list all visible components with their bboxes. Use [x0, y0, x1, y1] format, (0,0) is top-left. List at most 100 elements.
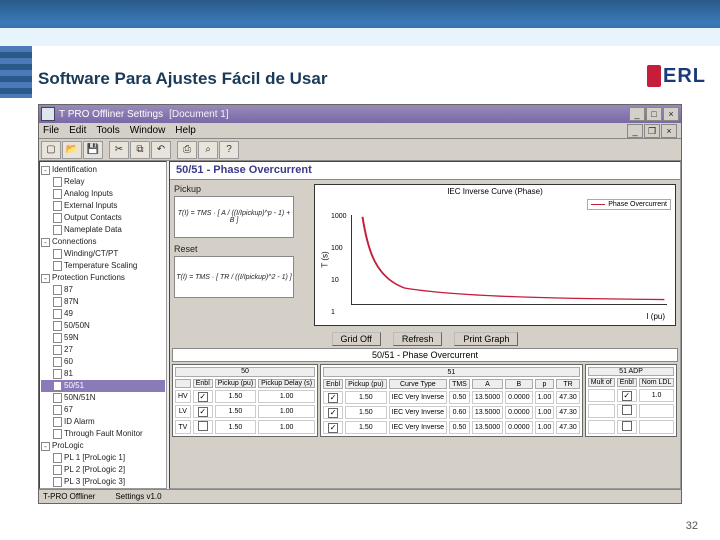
save-button[interactable]: 💾 — [83, 141, 103, 159]
maximize-button[interactable]: □ — [646, 107, 662, 121]
tree-item[interactable]: 49 — [41, 308, 165, 320]
toolbar: ▢ 📂 💾 ✂ ⧉ ↶ ⎙ ⌕ ? — [39, 139, 681, 161]
tree-item[interactable]: Nameplate Data — [41, 224, 165, 236]
tree-item[interactable]: PL 3 [ProLogic 3] — [41, 476, 165, 488]
document-icon — [53, 249, 62, 259]
expand-icon[interactable]: - — [41, 166, 50, 175]
tree-item[interactable]: 87N — [41, 296, 165, 308]
tree-item[interactable]: External Inputs — [41, 200, 165, 212]
document-icon — [53, 357, 62, 367]
tree-item-label: Winding/CT/PT — [64, 248, 118, 260]
tree-item[interactable]: Winding/CT/PT — [41, 248, 165, 260]
main-panel: 50/51 - Phase Overcurrent Pickup T(I) = … — [169, 161, 681, 489]
table-row — [588, 404, 675, 418]
minimize-button[interactable]: _ — [629, 107, 645, 121]
x-axis-label: I (pu) — [646, 312, 665, 321]
expand-icon[interactable]: - — [41, 442, 50, 451]
checkbox[interactable]: ✓ — [198, 392, 208, 402]
mdi-restore-button[interactable]: ❐ — [644, 124, 660, 138]
close-button[interactable]: × — [663, 107, 679, 121]
tree-item-label: 60 — [64, 356, 73, 368]
checkbox[interactable] — [622, 405, 632, 415]
menu-help[interactable]: Help — [175, 125, 196, 136]
print-button[interactable]: ⎙ — [177, 141, 197, 159]
tree-item-label: Identification — [52, 164, 97, 176]
tree-item-label: Analog Inputs — [64, 188, 113, 200]
open-button[interactable]: 📂 — [62, 141, 82, 159]
tree-item[interactable]: 50/51 — [41, 380, 165, 392]
tree-item[interactable]: Relay — [41, 176, 165, 188]
mdi-close-button[interactable]: × — [661, 124, 677, 138]
checkbox[interactable]: ✓ — [328, 393, 338, 403]
document-icon — [53, 417, 62, 427]
tree-item[interactable]: 50N/51N — [41, 392, 165, 404]
tree-item[interactable]: 60 — [41, 356, 165, 368]
help-button[interactable]: ? — [219, 141, 239, 159]
tree-item[interactable]: PL 2 [ProLogic 2] — [41, 464, 165, 476]
document-name: [Document 1] — [169, 109, 228, 120]
tree-item[interactable]: Analog Inputs — [41, 188, 165, 200]
tree-item[interactable]: 50/50N — [41, 320, 165, 332]
document-icon — [53, 261, 62, 271]
menu-window[interactable]: Window — [130, 125, 166, 136]
tree-item[interactable]: 81 — [41, 368, 165, 380]
titlebar[interactable]: T PRO Offliner Settings [Document 1] _ □… — [39, 105, 681, 123]
table-row: ✓1.50IEC Very Inverse0.6013.50000.00001.… — [323, 406, 580, 419]
tree-item-label: ProLogic — [52, 440, 84, 452]
cut-button[interactable]: ✂ — [109, 141, 129, 159]
tree-item[interactable]: -ProLogic — [41, 440, 165, 452]
copy-button[interactable]: ⧉ — [130, 141, 150, 159]
tree-item[interactable]: PL 1 [ProLogic 1] — [41, 452, 165, 464]
tree-item-label: 27 — [64, 344, 73, 356]
menu-tools[interactable]: Tools — [96, 125, 119, 136]
expand-icon[interactable]: - — [41, 274, 50, 283]
document-icon — [53, 189, 62, 199]
document-icon — [53, 465, 62, 475]
tree-item-label: 50/50N — [64, 320, 90, 332]
table-title: 50/51 - Phase Overcurrent — [172, 348, 678, 362]
tree-item-label: 67 — [64, 404, 73, 416]
reset-label: Reset — [174, 244, 306, 254]
tree-item[interactable]: -Connections — [41, 236, 165, 248]
slide-number: 32 — [686, 520, 698, 532]
menu-edit[interactable]: Edit — [69, 125, 86, 136]
checkbox[interactable] — [622, 421, 632, 431]
tree-item[interactable]: 87 — [41, 284, 165, 296]
tree-item-label: Connections — [52, 236, 96, 248]
checkbox[interactable]: ✓ — [198, 407, 208, 417]
tree-item[interactable]: Output Contacts — [41, 212, 165, 224]
preview-button[interactable]: ⌕ — [198, 141, 218, 159]
mdi-minimize-button[interactable]: _ — [627, 124, 643, 138]
tree-item[interactable]: Temperature Scaling — [41, 260, 165, 272]
checkbox[interactable]: ✓ — [328, 423, 338, 433]
checkbox[interactable] — [198, 421, 208, 431]
tree-item[interactable]: Through Fault Monitor — [41, 428, 165, 440]
tree-item[interactable]: -Protection Functions — [41, 272, 165, 284]
table-row: HV✓1.501.00 — [175, 390, 315, 403]
navigation-tree[interactable]: -IdentificationRelayAnalog InputsExterna… — [39, 161, 167, 489]
document-icon — [53, 405, 62, 415]
grid-toggle-button[interactable]: Grid Off — [332, 332, 381, 346]
table-row: ✓1.0 — [588, 389, 675, 402]
menu-file[interactable]: File — [43, 125, 59, 136]
print-graph-button[interactable]: Print Graph — [454, 332, 518, 346]
status-left: T-PRO Offliner — [43, 490, 95, 503]
checkbox[interactable]: ✓ — [622, 391, 632, 401]
tree-item[interactable]: 59N — [41, 332, 165, 344]
undo-button[interactable]: ↶ — [151, 141, 171, 159]
checkbox[interactable]: ✓ — [328, 408, 338, 418]
document-icon — [53, 309, 62, 319]
tree-item[interactable]: 67 — [41, 404, 165, 416]
tree-item-label: 50/51 — [64, 380, 84, 392]
tree-item[interactable]: -Identification — [41, 164, 165, 176]
tree-item[interactable]: 27 — [41, 344, 165, 356]
table-row: LV✓1.501.00 — [175, 405, 315, 418]
table-row — [588, 420, 675, 434]
tree-item[interactable]: ID Alarm — [41, 416, 165, 428]
expand-icon[interactable]: - — [41, 238, 50, 247]
tree-item-label: PL 3 [ProLogic 3] — [64, 476, 125, 488]
document-icon — [53, 429, 62, 439]
new-button[interactable]: ▢ — [41, 141, 61, 159]
refresh-button[interactable]: Refresh — [393, 332, 443, 346]
tree-item-label: 87 — [64, 284, 73, 296]
